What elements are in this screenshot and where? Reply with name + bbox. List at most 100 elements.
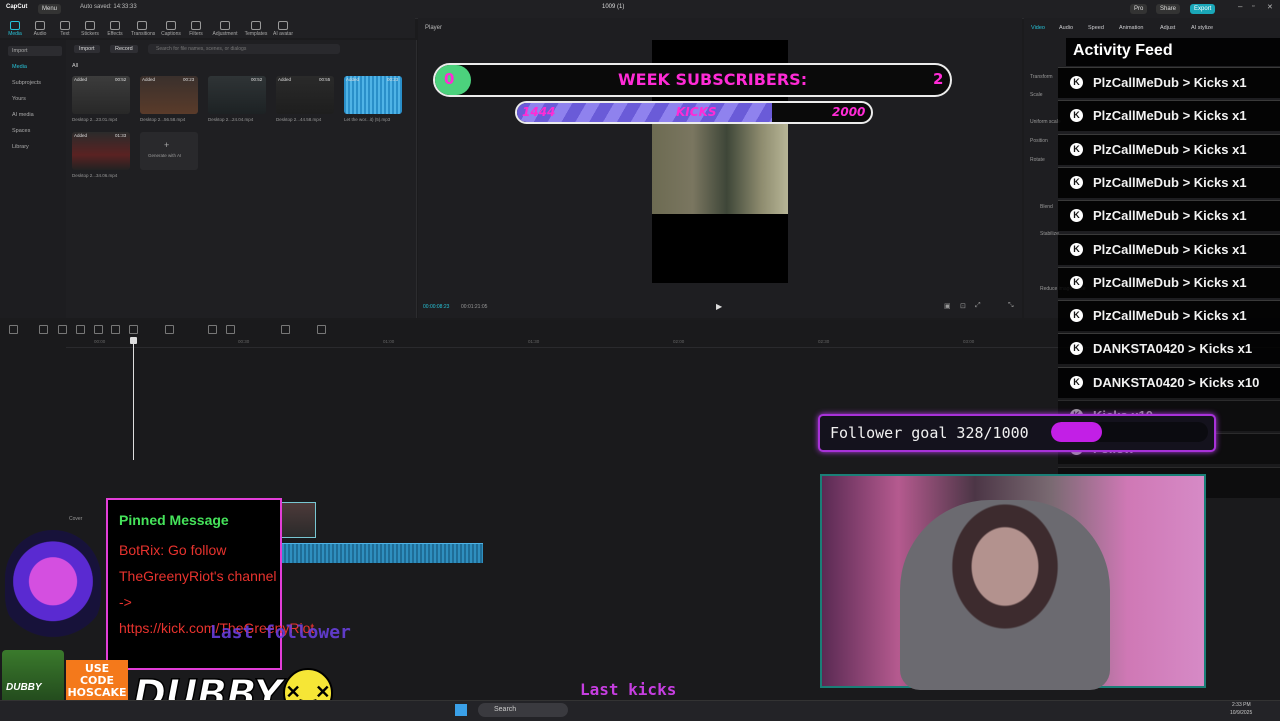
prop-blend[interactable]: Blend <box>1040 204 1053 210</box>
activity-feed-row: K DANKSTA0420 > Kicks x10 <box>1058 366 1280 398</box>
tab-transitions[interactable]: Transitions <box>131 21 155 37</box>
tab-adjust[interactable]: Adjust <box>1160 25 1175 31</box>
redo-icon[interactable] <box>58 325 67 334</box>
kick-logo-icon: K <box>1070 242 1083 256</box>
nav-subprojects[interactable]: Subprojects <box>8 78 62 88</box>
taskbar-search[interactable]: Search <box>478 703 568 717</box>
split-right-icon[interactable] <box>111 325 120 334</box>
filter-all[interactable]: All <box>72 63 78 69</box>
prop-rotate: Rotate <box>1030 157 1045 163</box>
tab-templates[interactable]: Templates <box>243 21 269 37</box>
video-track-clip[interactable] <box>280 502 316 538</box>
prop-position: Position <box>1030 138 1048 144</box>
adjustment-icon <box>220 21 230 30</box>
clip-badge: Added <box>278 77 292 82</box>
clip-badge: Added <box>74 77 88 82</box>
code-line: HOSCAKE <box>67 686 127 699</box>
nav-import[interactable]: Import <box>8 46 62 56</box>
freeze-icon[interactable] <box>208 325 217 334</box>
tab-captions[interactable]: Captions <box>160 21 182 37</box>
import-button[interactable]: Import <box>74 45 100 53</box>
activity-feed-text: PlzCallMeDub > Kicks x1 <box>1093 308 1247 323</box>
tab-ai-avatar[interactable]: AI avatar <box>272 21 294 37</box>
kicks-goal-current: 1444 <box>522 105 556 119</box>
tab-label: Audio <box>33 31 47 37</box>
activity-feed-action: Kicks x1 <box>1193 274 1247 290</box>
fullscreen-icon[interactable]: ⤢ <box>975 302 981 310</box>
crop-icon[interactable]: ⊡ <box>960 302 966 310</box>
close-icon[interactable]: ✕ <box>1267 3 1273 11</box>
export-button[interactable]: Export <box>1190 4 1216 14</box>
split-icon[interactable] <box>76 325 85 334</box>
activity-feed-user: PlzCallMeDub <box>1093 141 1179 157</box>
tab-label: Captions <box>161 31 181 37</box>
media-search-input[interactable]: Search for file names, scenes, or dialog… <box>148 44 340 54</box>
follower-goal-fill <box>1051 422 1103 442</box>
tab-filters[interactable]: Filters <box>185 21 207 37</box>
nav-spaces[interactable]: Spaces <box>8 126 62 136</box>
delete-icon[interactable] <box>129 325 138 334</box>
audio-track-clip[interactable] <box>280 543 483 563</box>
activity-feed-action: Kicks x1 <box>1193 174 1247 190</box>
tab-text[interactable]: Text <box>54 21 76 37</box>
tab-effects[interactable]: Effects <box>104 21 126 37</box>
sticker-icon <box>85 21 95 30</box>
activity-feed-user: PlzCallMeDub <box>1093 241 1179 257</box>
select-icon[interactable] <box>9 325 18 334</box>
cover-label[interactable]: Cover <box>69 516 82 522</box>
total-time: 00:01:21:05 <box>461 304 488 310</box>
activity-feed-text: PlzCallMeDub > Kicks x1 <box>1093 242 1247 257</box>
share-button[interactable]: Share <box>1156 4 1181 14</box>
minimize-icon[interactable]: – <box>1238 2 1242 11</box>
undo-icon[interactable] <box>39 325 48 334</box>
tab-label: Text <box>60 31 70 37</box>
activity-feed-action: Kicks x1 <box>1193 75 1247 90</box>
tab-speed[interactable]: Speed <box>1088 25 1104 31</box>
menu-button[interactable]: Menu <box>38 4 62 14</box>
auto-reframe-icon[interactable] <box>317 325 326 334</box>
nav-library[interactable]: Library <box>8 142 62 152</box>
avatar-icon <box>278 21 288 30</box>
tab-label: Templates <box>244 31 268 37</box>
tab-video[interactable]: Video <box>1031 25 1045 31</box>
clip-duration: 00:52 <box>251 77 263 82</box>
expand-icon[interactable]: ⤡ <box>1008 302 1014 310</box>
follower-goal-text: Follower goal 328/1000 <box>830 424 1029 442</box>
tab-adjustment[interactable]: Adjustment <box>212 21 238 37</box>
tab-ai-stylize[interactable]: AI stylize <box>1191 25 1213 31</box>
playhead[interactable] <box>133 338 134 460</box>
tab-animation[interactable]: Animation <box>1119 25 1143 31</box>
nav-ai-media[interactable]: AI media <box>8 110 62 120</box>
kick-logo-icon: K <box>1070 109 1083 123</box>
crop-tool-icon[interactable] <box>165 325 174 334</box>
record-button[interactable]: Record <box>110 45 138 53</box>
clip-badge: Added <box>74 133 88 138</box>
tab-stickers[interactable]: Stickers <box>79 21 101 37</box>
generate-ai-tile[interactable] <box>140 132 198 170</box>
play-icon[interactable]: ▶ <box>716 302 722 311</box>
kick-logo-icon: K <box>1070 309 1083 323</box>
mirror-icon[interactable] <box>226 325 235 334</box>
kick-logo-icon: K <box>1070 142 1083 156</box>
activity-feed-row: K PlzCallMeDub > Kicks x1 <box>1058 166 1280 198</box>
fit-icon[interactable]: ▣ <box>944 302 951 310</box>
tab-audio[interactable]: Audio <box>29 21 51 37</box>
playhead-handle[interactable] <box>130 337 137 344</box>
split-left-icon[interactable] <box>94 325 103 334</box>
clip-name: Desktop 2...44.58.mp4 <box>276 117 322 122</box>
prop-stabilize[interactable]: Stabilize <box>1040 231 1059 237</box>
tab-label: AI avatar <box>272 31 293 37</box>
activity-feed-text: DANKSTA0420 > Kicks x1 <box>1093 341 1252 356</box>
nav-yours[interactable]: Yours <box>8 94 62 104</box>
maximize-icon[interactable]: ▫ <box>1252 3 1254 10</box>
tab-audio-props[interactable]: Audio <box>1059 25 1073 31</box>
rotate-icon[interactable] <box>281 325 290 334</box>
sub-goal-label: WEEK SUBSCRIBERS: <box>618 70 808 89</box>
windows-start-icon[interactable] <box>455 704 467 716</box>
tab-media[interactable]: Media <box>4 21 26 37</box>
clock-date: 10/9/2025 <box>1230 710 1253 716</box>
separator: > <box>1178 75 1194 90</box>
prop-uniform-scale: Uniform scale <box>1030 119 1061 125</box>
nav-media[interactable]: Media <box>8 62 62 72</box>
pro-button[interactable]: Pro <box>1130 4 1148 14</box>
